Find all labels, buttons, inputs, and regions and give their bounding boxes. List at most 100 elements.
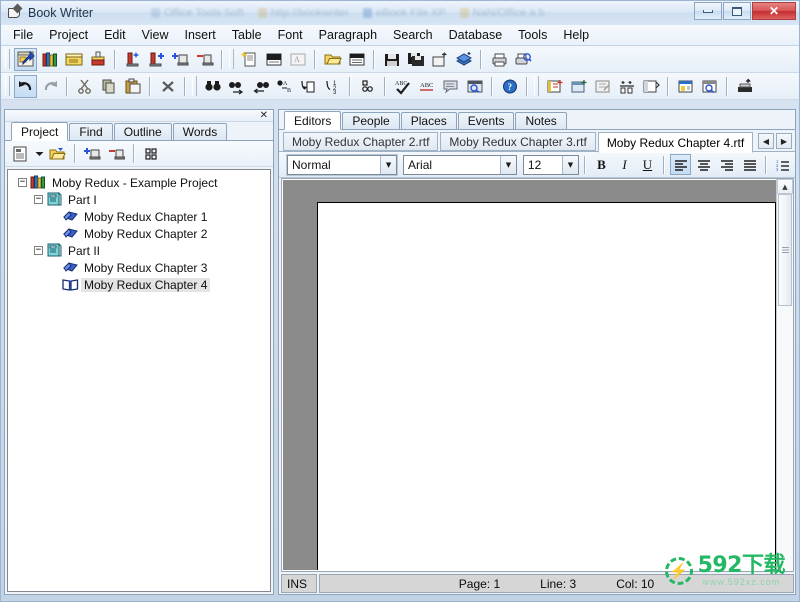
toolbar-grip[interactable] <box>5 76 10 96</box>
toolbar-grip[interactable] <box>5 49 10 69</box>
menu-paragraph[interactable]: Paragraph <box>311 26 385 44</box>
menu-database[interactable]: Database <box>441 26 511 44</box>
add-node-button[interactable] <box>81 142 104 165</box>
tab-project[interactable]: Project <box>11 122 69 141</box>
menu-font[interactable]: Font <box>270 26 311 44</box>
new-document-button[interactable] <box>238 48 261 71</box>
add-event-button[interactable] <box>591 75 614 98</box>
tree-node-part-1[interactable]: − Part I <box>14 191 268 208</box>
copy-button[interactable] <box>97 75 120 98</box>
open-button[interactable] <box>321 48 344 71</box>
toolbar-grip[interactable] <box>192 76 197 96</box>
paragraph-style-select[interactable]: Normal ▼ <box>285 153 399 176</box>
redo-button[interactable] <box>38 75 61 98</box>
project-tree[interactable]: − Moby Redux - Example Project − Part I <box>7 169 271 592</box>
print-button[interactable] <box>487 48 510 71</box>
menu-insert[interactable]: Insert <box>176 26 223 44</box>
menu-table[interactable]: Table <box>224 26 270 44</box>
thesaurus-button[interactable]: ABC <box>415 75 438 98</box>
goto-line-button[interactable]: 123 <box>321 75 344 98</box>
menu-project[interactable]: Project <box>41 26 96 44</box>
underline-button[interactable]: U <box>637 154 658 175</box>
remove-item-button[interactable] <box>193 48 216 71</box>
scrollbar-track[interactable] <box>777 306 793 571</box>
toolbar-grip[interactable] <box>534 76 539 96</box>
maximize-button[interactable] <box>723 2 751 20</box>
menu-view[interactable]: View <box>134 26 177 44</box>
cut-button[interactable] <box>73 75 96 98</box>
tab-find[interactable]: Find <box>69 123 113 140</box>
remove-node-button[interactable] <box>105 142 128 165</box>
comment-button[interactable] <box>439 75 462 98</box>
scrollbar-thumb[interactable] <box>778 194 792 306</box>
document-page[interactable] <box>317 202 776 570</box>
menu-file[interactable]: File <box>5 26 41 44</box>
database-list-button[interactable] <box>639 75 662 98</box>
tab-notes[interactable]: Notes <box>515 112 567 129</box>
add-chapter-button[interactable] <box>145 48 168 71</box>
align-right-button[interactable] <box>716 154 737 175</box>
align-left-button[interactable] <box>670 154 691 175</box>
outline-button[interactable] <box>674 75 697 98</box>
minimize-button[interactable] <box>694 2 722 20</box>
document-tab-chapter-3[interactable]: Moby Redux Chapter 3.rtf <box>440 132 596 151</box>
publish-button[interactable] <box>733 75 756 98</box>
save-button[interactable] <box>380 48 403 71</box>
expander-minus-icon[interactable]: − <box>34 195 43 204</box>
bullets-button[interactable] <box>356 75 379 98</box>
books-button[interactable] <box>38 48 61 71</box>
menu-search[interactable]: Search <box>385 26 441 44</box>
find-button[interactable] <box>201 75 224 98</box>
font-size-select[interactable]: 12 ▼ <box>522 154 579 175</box>
export-button[interactable] <box>428 48 451 71</box>
tree-node-chapter-3[interactable]: Moby Redux Chapter 3 <box>14 259 268 276</box>
find-next-button[interactable] <box>225 75 248 98</box>
tree-node-project[interactable]: − Moby Redux - Example Project <box>14 174 268 191</box>
help-button[interactable]: ? <box>498 75 521 98</box>
menu-help[interactable]: Help <box>555 26 597 44</box>
italic-button[interactable]: I <box>614 154 635 175</box>
add-note-button[interactable] <box>615 75 638 98</box>
align-center-button[interactable] <box>693 154 714 175</box>
paste-button[interactable] <box>121 75 144 98</box>
tree-node-part-2[interactable]: − Part II <box>14 242 268 259</box>
word-lookup-button[interactable] <box>463 75 486 98</box>
thumbnails-button[interactable] <box>140 142 163 165</box>
tab-scroll-left-icon[interactable]: ◀ <box>758 133 774 149</box>
editor-vertical-scrollbar[interactable]: ▲ <box>776 179 793 571</box>
scroll-up-icon[interactable]: ▲ <box>777 179 793 194</box>
menu-edit[interactable]: Edit <box>96 26 134 44</box>
font-family-select[interactable]: Arial ▼ <box>403 154 517 175</box>
delete-button[interactable] <box>156 75 179 98</box>
document-tab-chapter-2[interactable]: Moby Redux Chapter 2.rtf <box>283 132 439 151</box>
add-item-button[interactable] <box>169 48 192 71</box>
open-item-button[interactable] <box>46 142 69 165</box>
tab-people[interactable]: People <box>342 112 400 129</box>
close-document-button[interactable] <box>345 48 368 71</box>
tab-words[interactable]: Words <box>172 123 228 140</box>
bold-button[interactable]: B <box>591 154 612 175</box>
find-previous-button[interactable] <box>249 75 272 98</box>
compile-button[interactable] <box>452 48 475 71</box>
chevron-down-icon[interactable]: ▼ <box>380 155 397 174</box>
document-tab-chapter-4[interactable]: Moby Redux Chapter 4.rtf <box>597 131 754 153</box>
tree-node-chapter-2[interactable]: Moby Redux Chapter 2 <box>14 225 268 242</box>
undo-button[interactable] <box>14 74 37 98</box>
spell-check-button[interactable]: ABC <box>391 75 414 98</box>
print-preview-button[interactable] <box>511 48 534 71</box>
editor-canvas[interactable] <box>283 180 776 570</box>
tree-node-chapter-4[interactable]: Moby Redux Chapter 4 <box>14 276 268 293</box>
expander-minus-icon[interactable]: − <box>18 178 27 187</box>
replace-button[interactable]: AB <box>273 75 296 98</box>
new-chapter-button[interactable] <box>121 48 144 71</box>
index-card-button[interactable] <box>62 48 85 71</box>
text-style-button[interactable]: A <box>286 48 309 71</box>
page-setup-button[interactable] <box>262 48 285 71</box>
expander-minus-icon[interactable]: − <box>34 246 43 255</box>
tab-outline[interactable]: Outline <box>113 123 172 140</box>
menu-tools[interactable]: Tools <box>510 26 555 44</box>
align-justify-button[interactable] <box>739 154 760 175</box>
goto-button[interactable] <box>297 75 320 98</box>
tab-editors[interactable]: Editors <box>284 111 342 130</box>
chevron-down-icon[interactable]: ▼ <box>562 155 578 174</box>
